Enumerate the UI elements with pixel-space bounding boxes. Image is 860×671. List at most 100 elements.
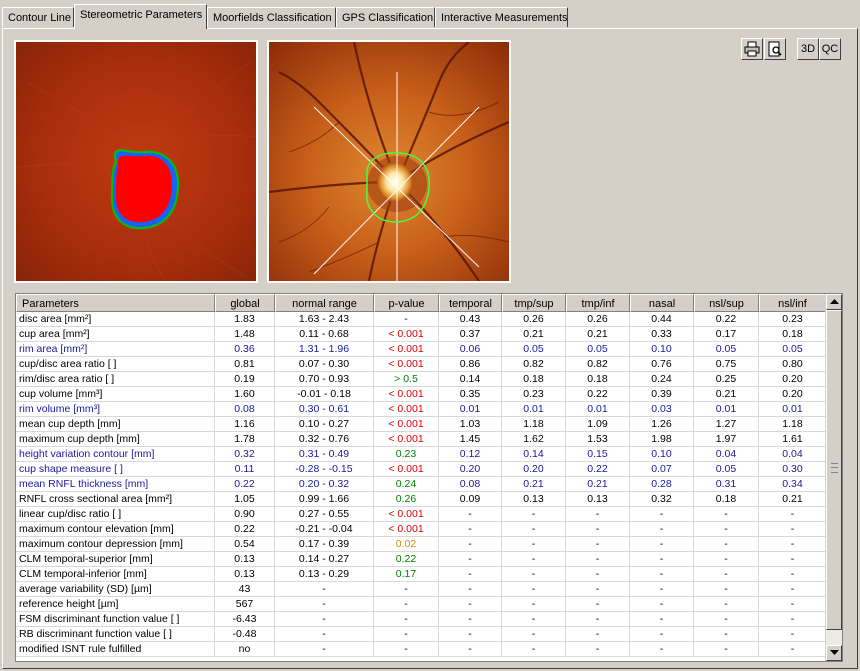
p-value-cell: < 0.001: [374, 402, 439, 417]
value-cell: 0.76: [630, 357, 694, 372]
qc-button[interactable]: QC: [819, 38, 841, 60]
p-value-cell: < 0.001: [374, 357, 439, 372]
table-row[interactable]: maximum contour depression [mm] 0.54 0.17 …: [16, 537, 826, 552]
parameter-name: CLM temporal-superior [mm]: [16, 552, 215, 567]
value-cell: -: [566, 642, 630, 657]
parameter-name: cup shape measure [ ]: [16, 462, 215, 477]
header-p-value[interactable]: p-value: [374, 294, 439, 312]
value-cell: -: [759, 627, 826, 642]
table-row[interactable]: maximum cup depth [mm] 1.78 0.32 - 0.76 < 0…: [16, 432, 826, 447]
table-row[interactable]: modified ISNT rule fulfilled no - - - - - - - -: [16, 642, 826, 657]
vertical-scrollbar[interactable]: [825, 294, 842, 661]
p-value-cell: -: [374, 312, 439, 327]
print-preview-button[interactable]: [764, 38, 786, 60]
value-cell: 0.01: [502, 402, 566, 417]
table-row[interactable]: RNFL cross sectional area [mm²] 1.05 0.99 …: [16, 492, 826, 507]
table-row[interactable]: cup area [mm²] 1.48 0.11 - 0.68 < 0.001 0.37…: [16, 327, 826, 342]
value-cell: 0.22: [694, 312, 759, 327]
value-cell: 1.60: [215, 387, 275, 402]
value-cell: 0.44: [630, 312, 694, 327]
header-tmp-inf[interactable]: tmp/inf: [566, 294, 630, 312]
value-cell: -: [566, 597, 630, 612]
value-cell: 1.31 - 1.96: [275, 342, 374, 357]
value-cell: 0.01: [759, 402, 826, 417]
print-button[interactable]: [741, 38, 763, 60]
p-value-cell: -: [374, 612, 439, 627]
tab-gps-classification[interactable]: GPS Classification: [336, 7, 435, 27]
value-cell: 1.97: [694, 432, 759, 447]
value-cell: -: [566, 612, 630, 627]
table-row[interactable]: linear cup/disc ratio [ ] 0.90 0.27 - 0.55…: [16, 507, 826, 522]
header-temporal[interactable]: temporal: [439, 294, 502, 312]
table-row[interactable]: average variability (SD) [µm] 43- - - - - - - -: [16, 582, 826, 597]
p-value-cell: < 0.001: [374, 507, 439, 522]
value-cell: 0.11: [215, 462, 275, 477]
table-row[interactable]: FSM discriminant function value [ ] -6.43…: [16, 612, 826, 627]
value-cell: 0.32 - 0.76: [275, 432, 374, 447]
value-cell: -: [630, 612, 694, 627]
value-cell: -: [759, 582, 826, 597]
scroll-up-button[interactable]: [826, 294, 842, 310]
tab-contour-line[interactable]: Contour Line: [2, 7, 74, 27]
header-global[interactable]: global: [215, 294, 275, 312]
header-parameters[interactable]: Parameters: [16, 294, 215, 312]
value-cell: -: [759, 507, 826, 522]
parameter-name: CLM temporal-inferior [mm]: [16, 567, 215, 582]
value-cell: 0.10 - 0.27: [275, 417, 374, 432]
table-row[interactable]: height variation contour [mm] 0.32 0.31 - …: [16, 447, 826, 462]
table-row[interactable]: cup/disc area ratio [ ] 0.81 0.07 - 0.30 < …: [16, 357, 826, 372]
reflectance-image: [267, 40, 511, 283]
table-row[interactable]: mean cup depth [mm] 1.16 0.10 - 0.27 < 0.00…: [16, 417, 826, 432]
table-row[interactable]: rim/disc area ratio [ ] 0.19 0.70 - 0.93 > …: [16, 372, 826, 387]
header-nsl-sup[interactable]: nsl/sup: [694, 294, 759, 312]
p-value-cell: < 0.001: [374, 342, 439, 357]
table-row[interactable]: disc area [mm²] 1.83 1.63 - 2.43-0.43 0.26 0…: [16, 312, 826, 327]
p-value-cell: -: [374, 582, 439, 597]
value-cell: 0.30 - 0.61: [275, 402, 374, 417]
print-preview-icon: [768, 41, 782, 57]
header-tmp-sup[interactable]: tmp/sup: [502, 294, 566, 312]
value-cell: 0.10: [630, 342, 694, 357]
tab-moorfields-classification[interactable]: Moorfields Classification: [207, 7, 336, 27]
p-value-cell: < 0.001: [374, 432, 439, 447]
table-row[interactable]: rim volume [mm³] 0.08 0.30 - 0.61 < 0.001 0.…: [16, 402, 826, 417]
value-cell: 0.28: [630, 477, 694, 492]
value-cell: 0.04: [694, 447, 759, 462]
table-row[interactable]: cup shape measure [ ] 0.11 -0.28 - -0.15 < …: [16, 462, 826, 477]
p-value-cell: 0.22: [374, 552, 439, 567]
table-row[interactable]: mean RNFL thickness [mm] 0.22 0.20 - 0.32 0…: [16, 477, 826, 492]
table-row[interactable]: reference height [µm] 567- - - - - - - -: [16, 597, 826, 612]
tab-interactive-measurements[interactable]: Interactive Measurements: [435, 7, 568, 27]
parameter-name: RNFL cross sectional area [mm²]: [16, 492, 215, 507]
value-cell: 0.18: [694, 492, 759, 507]
value-cell: -: [566, 582, 630, 597]
value-cell: -: [759, 612, 826, 627]
header-nsl-inf[interactable]: nsl/inf: [759, 294, 826, 312]
parameter-name: reference height [µm]: [16, 597, 215, 612]
tab-stereometric-parameters[interactable]: Stereometric Parameters: [74, 4, 207, 29]
parameter-name: mean RNFL thickness [mm]: [16, 477, 215, 492]
value-cell: 1.78: [215, 432, 275, 447]
table-row[interactable]: CLM temporal-inferior [mm] 0.13 0.13 - 0.2…: [16, 567, 826, 582]
scroll-thumb[interactable]: [826, 310, 842, 630]
header-normal-range[interactable]: normal range: [275, 294, 374, 312]
3d-button[interactable]: 3D: [797, 38, 819, 60]
table-row[interactable]: rim area [mm²] 0.36 1.31 - 1.96 < 0.001 0.06…: [16, 342, 826, 357]
table-row[interactable]: maximum contour elevation [mm] 0.22 -0.21 …: [16, 522, 826, 537]
value-cell: 0.21: [759, 492, 826, 507]
value-cell: 0.03: [630, 402, 694, 417]
scroll-down-button[interactable]: [826, 645, 842, 661]
table-row[interactable]: RB discriminant function value [ ] -0.48-…: [16, 627, 826, 642]
header-nasal[interactable]: nasal: [630, 294, 694, 312]
value-cell: 0.18: [759, 327, 826, 342]
value-cell: 1.03: [439, 417, 502, 432]
grip-icon: [831, 463, 838, 473]
value-cell: -: [439, 552, 502, 567]
value-cell: 0.35: [439, 387, 502, 402]
value-cell: 0.26: [502, 312, 566, 327]
table-row[interactable]: cup volume [mm³] 1.60 -0.01 - 0.18 < 0.001 0…: [16, 387, 826, 402]
table-row[interactable]: CLM temporal-superior [mm] 0.13 0.14 - 0.2…: [16, 552, 826, 567]
value-cell: 0.20: [502, 462, 566, 477]
value-cell: 0.13: [566, 492, 630, 507]
value-cell: 1.05: [215, 492, 275, 507]
